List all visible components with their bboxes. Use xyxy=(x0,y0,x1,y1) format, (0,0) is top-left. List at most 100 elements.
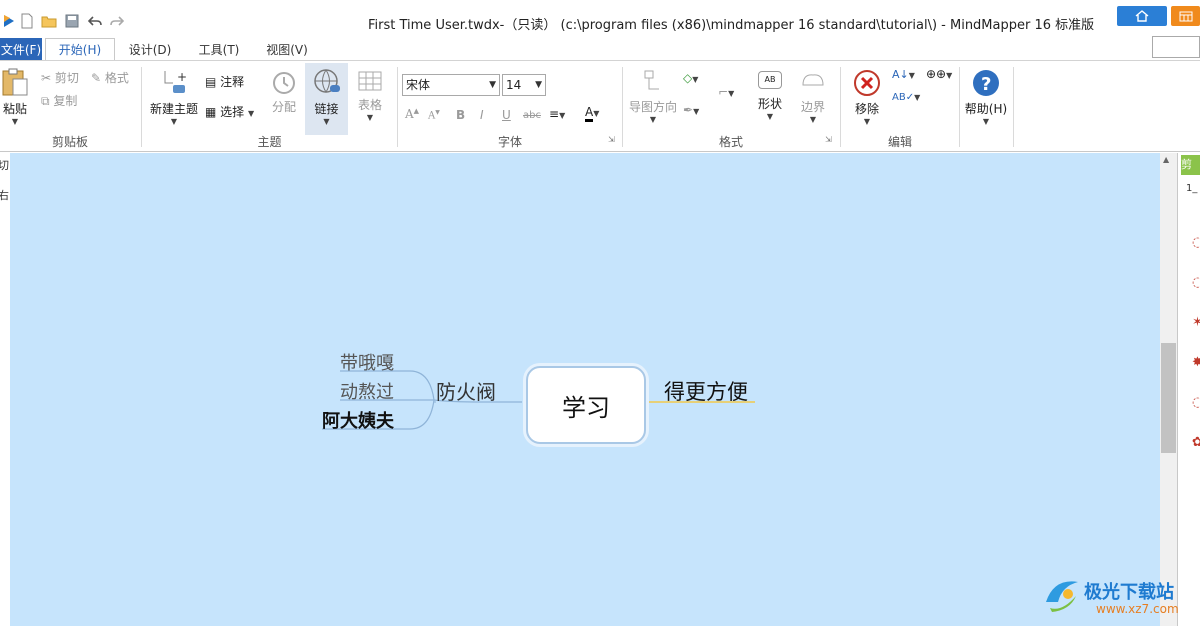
tab-design[interactable]: 设计(D) xyxy=(124,38,176,60)
new-topic-dropdown-icon: ▼ xyxy=(170,117,178,126)
undo-icon[interactable] xyxy=(86,12,104,30)
subtopic-item[interactable]: 动熬过 xyxy=(340,378,394,404)
line-color-dropdown-icon: ▼ xyxy=(693,107,700,116)
mindmap-canvas[interactable]: 学习 得更方便 防火阀 带哦嘎 动熬过 阿大姨夫 xyxy=(10,153,1160,626)
remove-button[interactable]: 移除 ▼ xyxy=(850,69,884,126)
tab-file[interactable]: 文件(F) xyxy=(0,38,42,60)
help-button[interactable]: ? 帮助(H) ▼ xyxy=(963,69,1009,126)
paste-label: 粘贴 xyxy=(2,102,27,116)
sort-button[interactable]: A↓▼ xyxy=(892,67,915,81)
select-button[interactable]: ▦ 选择 ▼ xyxy=(205,103,254,120)
scroll-up-icon[interactable]: ▲ xyxy=(1163,155,1169,164)
group-label-clipboard: 剪贴板 xyxy=(51,135,88,149)
font-color-button[interactable]: A▼ xyxy=(585,105,600,122)
note-button[interactable]: ▤ 注释 xyxy=(205,73,244,90)
group-label-edit: 编辑 xyxy=(887,135,912,149)
topic-left-main[interactable]: 防火阀 xyxy=(436,376,496,405)
align-left-icon: ≡ xyxy=(549,107,560,121)
clipart-panel[interactable]: 剪 1_ ◌ ◌ ✶ ✸ ◌ ✿ xyxy=(1177,153,1200,626)
format-dialog-launcher-icon[interactable]: ⇲ xyxy=(825,135,832,144)
split-button[interactable]: 分配 xyxy=(268,69,300,115)
new-file-icon[interactable] xyxy=(18,12,36,30)
app-logo-icon[interactable] xyxy=(0,12,18,30)
home-icon[interactable] xyxy=(1117,6,1167,26)
app-window: First Time User.twdx-（只读） (c:\program fi… xyxy=(0,0,1200,626)
redo-icon[interactable] xyxy=(108,12,126,30)
align-button[interactable]: ≡▼ xyxy=(549,107,565,121)
subtopic-item[interactable]: 带哦嘎 xyxy=(340,349,394,375)
spellcheck-button[interactable]: AB✓▼ xyxy=(892,89,920,103)
map-direction-dropdown-icon: ▼ xyxy=(649,115,657,124)
group-label-topic: 主题 xyxy=(257,135,282,149)
left-strip-char: 右 xyxy=(0,189,9,202)
font-size-value: 14 xyxy=(506,78,522,92)
boundary-dropdown-icon: ▼ xyxy=(809,115,817,124)
open-folder-icon[interactable] xyxy=(40,12,58,30)
vertical-scrollbar[interactable]: ▲ xyxy=(1160,153,1177,626)
select-dropdown-icon: ▼ xyxy=(248,109,255,118)
table-button[interactable]: 表格 ▼ xyxy=(353,69,387,122)
tab-tools[interactable]: 工具(T) xyxy=(193,38,245,60)
binoculars-icon: ⊕⊕ xyxy=(926,67,947,81)
topic-right[interactable]: 得更方便 xyxy=(664,376,748,406)
map-direction-button[interactable]: 导图方向 ▼ xyxy=(628,69,678,124)
new-topic-button[interactable]: + 新建主题 ▼ xyxy=(148,67,200,126)
bold-button[interactable]: B xyxy=(456,108,465,122)
clipart-thumbnails-icon[interactable]: ◌ ◌ ✶ ✸ ◌ ✿ xyxy=(1192,223,1200,463)
watermark-logo-icon xyxy=(1046,581,1078,612)
font-dialog-launcher-icon[interactable]: ⇲ xyxy=(608,135,615,144)
subtopic-item[interactable]: 阿大姨夫 xyxy=(322,407,394,433)
search-input[interactable] xyxy=(1152,36,1200,58)
table-icon xyxy=(358,71,382,91)
central-topic[interactable]: 学习 xyxy=(526,366,646,444)
scrollbar-thumb[interactable] xyxy=(1161,343,1176,453)
shape-label: 形状 xyxy=(757,97,782,111)
new-topic-label: 新建主题 xyxy=(149,102,198,116)
font-size-select[interactable]: 14 ▼ xyxy=(502,74,546,96)
panel-tab[interactable]: 剪 xyxy=(1181,155,1200,175)
boundary-button[interactable]: 边界 ▼ xyxy=(798,71,828,124)
panel-field[interactable]: 1_ xyxy=(1186,183,1197,194)
find-button[interactable]: ⊕⊕▼ xyxy=(926,67,952,81)
boundary-label: 边界 xyxy=(800,100,825,114)
tab-home[interactable]: 开始(H) xyxy=(45,38,115,60)
pen-icon: ✒ xyxy=(683,103,694,117)
underline-button[interactable]: U xyxy=(502,108,511,122)
shrink-font-button[interactable]: A▼ xyxy=(428,109,440,121)
help-label: 帮助(H) xyxy=(964,102,1008,116)
font-color-icon: A xyxy=(585,105,594,122)
table-dropdown-icon: ▼ xyxy=(366,113,374,122)
left-panel-strip[interactable]: 切 右 xyxy=(0,153,10,626)
remove-icon xyxy=(854,70,880,96)
italic-button[interactable]: I xyxy=(480,108,484,122)
find-dropdown-icon: ▼ xyxy=(946,71,953,80)
strikethrough-button[interactable]: abc xyxy=(523,110,541,121)
line-color-button[interactable]: ✒▼ xyxy=(683,103,699,117)
save-icon[interactable] xyxy=(63,12,81,30)
spellcheck-dropdown-icon: ▼ xyxy=(914,93,921,102)
shape-button[interactable]: AB 形状 ▼ xyxy=(755,71,785,121)
paint-bucket-icon: ◇ xyxy=(683,71,693,85)
select-icon: ▦ xyxy=(205,105,217,119)
connector-button[interactable]: ⌐▼ xyxy=(718,85,734,99)
cut-label: 剪切 xyxy=(54,71,79,85)
format-painter-button[interactable]: ✎ 格式 xyxy=(91,69,129,86)
font-color-dropdown-icon: ▼ xyxy=(593,109,600,118)
timer-icon xyxy=(273,72,295,94)
link-button[interactable]: 链接 ▼ xyxy=(305,63,348,135)
format-painter-label: 格式 xyxy=(104,71,129,85)
fill-color-button[interactable]: ◇▼ xyxy=(683,71,698,85)
paste-button[interactable]: 粘贴 ▼ xyxy=(0,67,30,126)
font-family-select[interactable]: 宋体 ▼ xyxy=(402,74,500,96)
watermark-url: www.xz7.com xyxy=(1096,602,1179,616)
globe-link-icon xyxy=(313,69,340,93)
copy-button[interactable]: ⧉ 复制 xyxy=(41,92,77,109)
watermark-name: 极光下载站 xyxy=(1084,582,1174,603)
left-strip-char: 切 xyxy=(0,159,9,172)
svg-text:?: ? xyxy=(981,74,991,95)
tab-view[interactable]: 视图(V) xyxy=(261,38,313,60)
cut-button[interactable]: ✂ 剪切 xyxy=(41,69,79,86)
calendar-icon[interactable] xyxy=(1171,6,1200,26)
grow-font-button[interactable]: A▲ xyxy=(405,107,419,121)
note-icon: ▤ xyxy=(205,75,217,89)
